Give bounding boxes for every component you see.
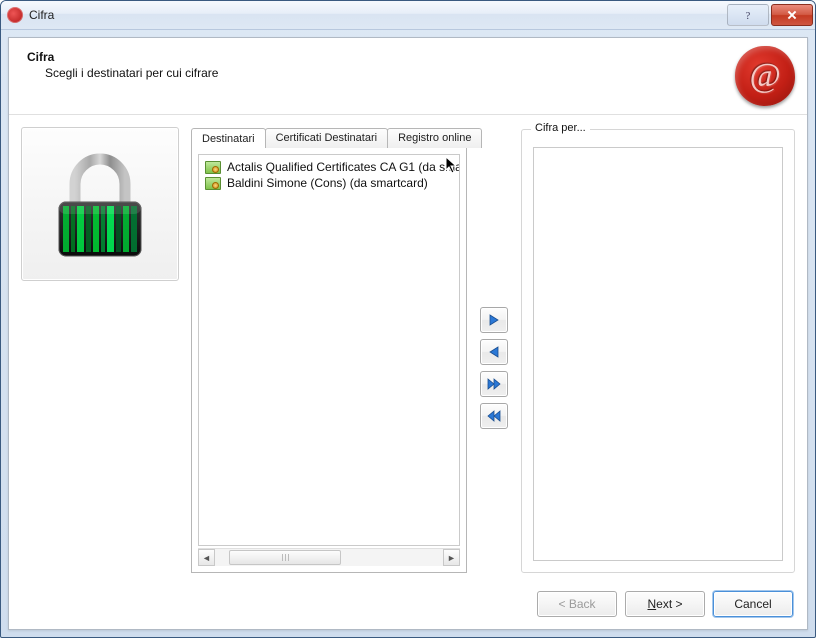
scroll-right-button[interactable]: ► — [443, 549, 460, 566]
list-item[interactable]: Baldini Simone (Cons) (da smartcard) — [201, 175, 457, 191]
lock-image-panel — [21, 127, 179, 281]
list-item-label: Actalis Qualified Certificates CA G1 (da… — [227, 160, 460, 174]
app-icon — [7, 7, 23, 23]
tab-strip: Destinatari Certificati Destinatari Regi… — [191, 128, 467, 148]
next-button[interactable]: Next > — [625, 591, 705, 617]
next-button-label: Next > — [647, 597, 682, 611]
scroll-left-button[interactable]: ◄ — [198, 549, 215, 566]
help-button[interactable]: ? — [727, 4, 769, 26]
page: Cifra Scegli i destinatari per cui cifra… — [8, 37, 808, 630]
tab-page: Actalis Qualified Certificates CA G1 (da… — [191, 147, 467, 573]
tab-certificati-destinatari[interactable]: Certificati Destinatari — [265, 128, 388, 148]
list-item[interactable]: Actalis Qualified Certificates CA G1 (da… — [201, 159, 457, 175]
footer: < Back Next > Cancel — [9, 579, 807, 629]
scroll-thumb[interactable] — [229, 550, 341, 565]
groupbox-label: Cifra per... — [531, 122, 590, 134]
body: Destinatari Certificati Destinatari Regi… — [9, 115, 807, 579]
recipients-tabhost: Destinatari Certificati Destinatari Regi… — [191, 127, 467, 573]
remove-all-button[interactable] — [480, 403, 508, 429]
add-all-button[interactable] — [480, 371, 508, 397]
certificate-icon — [205, 161, 221, 174]
close-button[interactable] — [771, 4, 813, 26]
help-icon: ? — [743, 10, 753, 20]
tab-destinatari[interactable]: Destinatari — [191, 128, 266, 148]
back-button-label: < Back — [558, 597, 595, 611]
cancel-button[interactable]: Cancel — [713, 591, 793, 617]
page-title: Cifra — [27, 50, 789, 64]
add-button[interactable] — [480, 307, 508, 333]
back-button[interactable]: < Back — [537, 591, 617, 617]
window-title: Cifra — [29, 8, 727, 22]
cipher-for-groupbox: Cifra per... — [521, 129, 795, 573]
arrow-right-icon — [487, 313, 501, 327]
window-controls: ? — [727, 4, 813, 26]
titlebar: Cifra ? — [1, 1, 815, 30]
double-arrow-left-icon — [486, 409, 502, 423]
svg-text:?: ? — [746, 11, 751, 20]
certificate-icon — [205, 177, 221, 190]
double-arrow-right-icon — [486, 377, 502, 391]
horizontal-scrollbar[interactable]: ◄ ► — [198, 548, 460, 566]
close-icon — [786, 9, 798, 21]
arrow-left-icon — [487, 345, 501, 359]
cancel-button-label: Cancel — [734, 597, 771, 611]
recipients-list[interactable]: Actalis Qualified Certificates CA G1 (da… — [198, 154, 460, 546]
selected-recipients-list[interactable] — [533, 147, 783, 561]
header: Cifra Scegli i destinatari per cui cifra… — [9, 38, 807, 114]
scroll-track[interactable] — [215, 549, 443, 566]
list-item-label: Baldini Simone (Cons) (da smartcard) — [227, 176, 428, 190]
remove-button[interactable] — [480, 339, 508, 365]
page-subtitle: Scegli i destinatari per cui cifrare — [45, 66, 789, 80]
lock-icon — [45, 144, 155, 264]
dialog-window: Cifra ? Cifra Scegli i destinatari per c… — [0, 0, 816, 638]
tab-registro-online[interactable]: Registro online — [387, 128, 482, 148]
transfer-buttons — [479, 127, 509, 573]
wax-seal-logo: @ — [735, 46, 795, 106]
